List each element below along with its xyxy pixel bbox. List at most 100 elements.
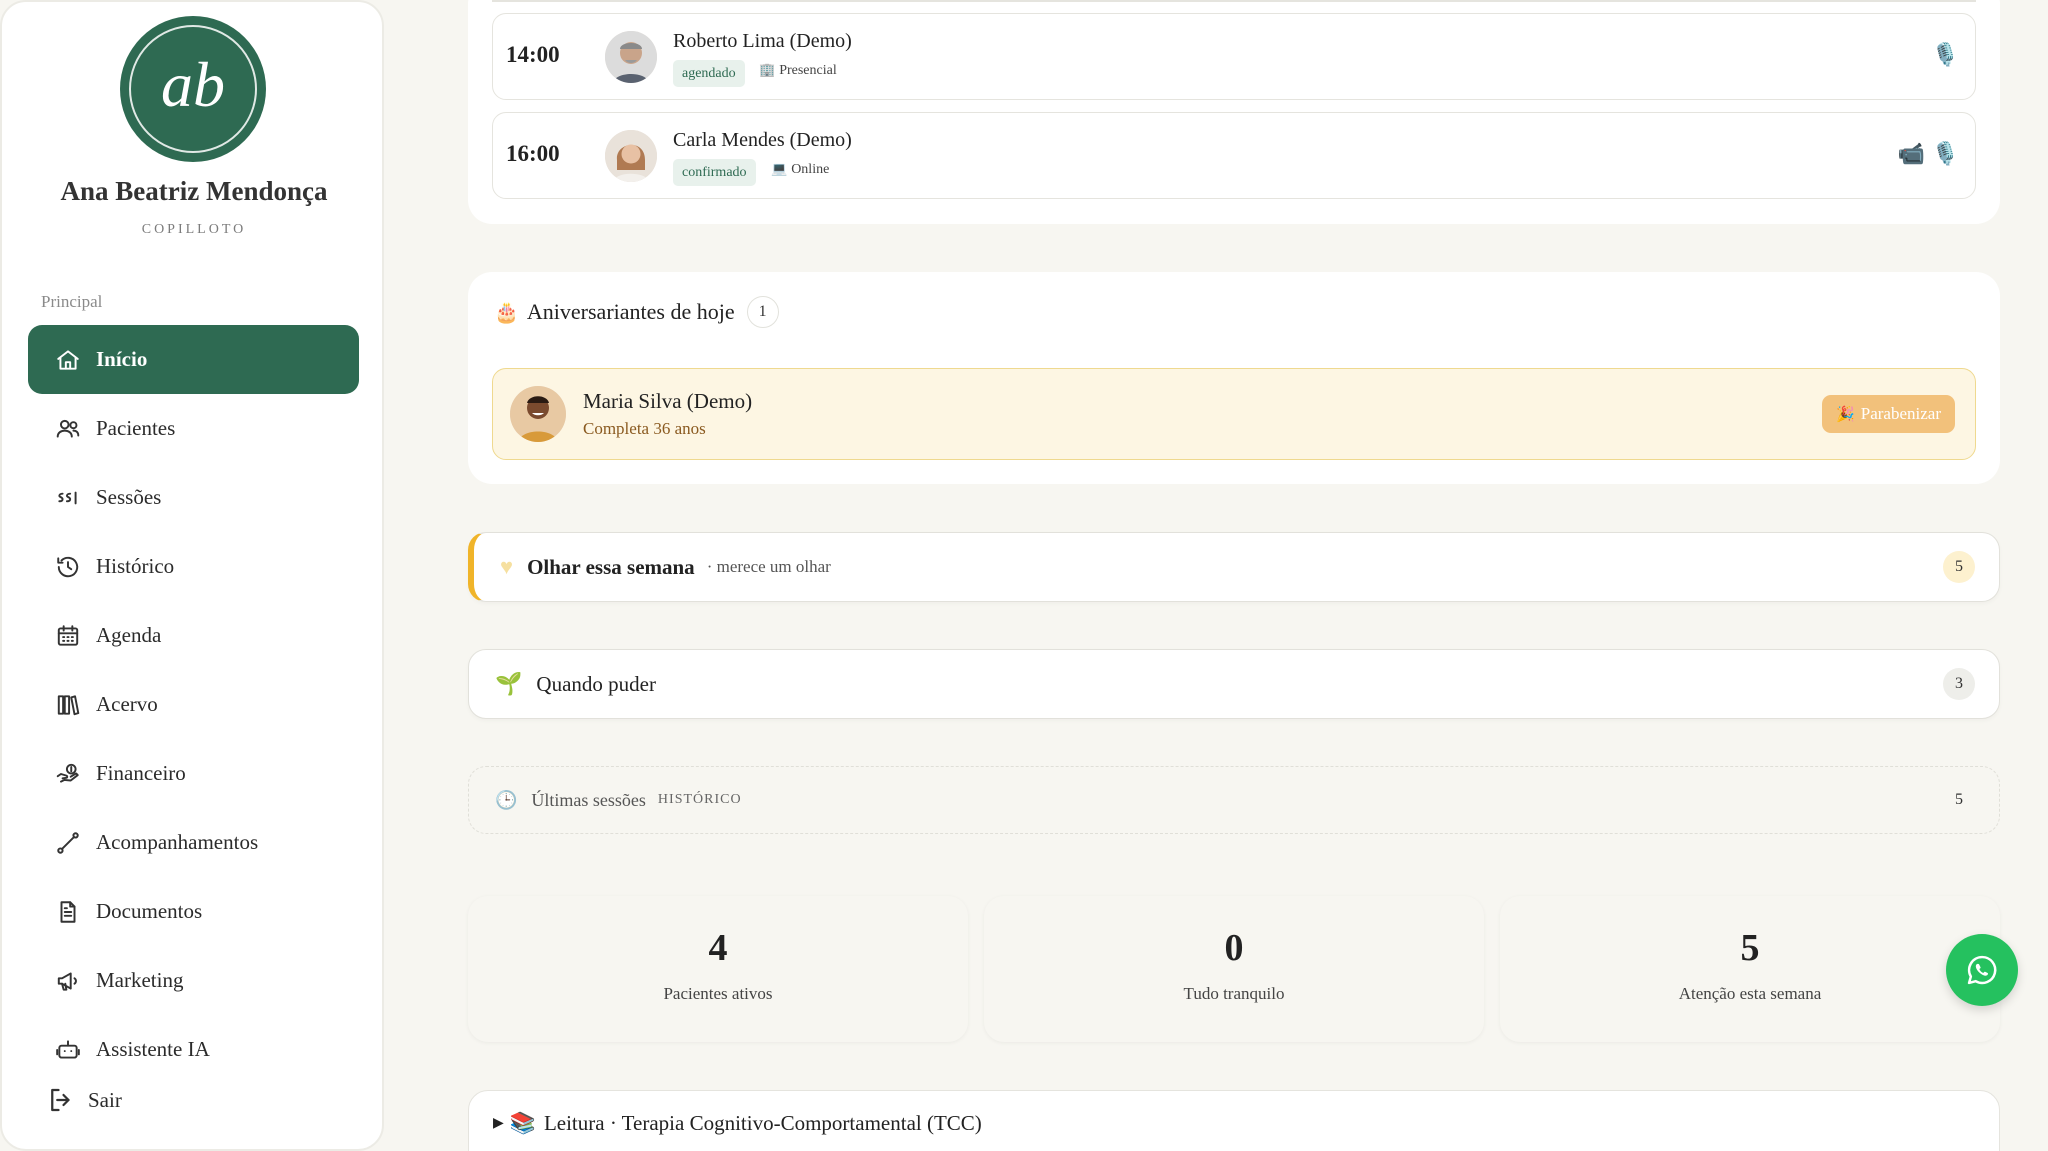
avatar	[605, 130, 657, 182]
heart-icon: ♥	[500, 554, 514, 579]
sidebar-item-label: Sessões	[96, 485, 162, 509]
panel-count: 5	[1955, 791, 1963, 808]
status-badge: confirmado	[673, 159, 756, 186]
sidebar-item-label: Acompanhamentos	[96, 830, 259, 854]
sidebar-item-inicio[interactable]: Início	[28, 325, 359, 394]
stat-card: 5 Atenção esta semana	[1500, 896, 2000, 1042]
reading-header: ▶ 📚 Leitura · Terapia Cognitivo-Comporta…	[493, 1111, 982, 1136]
panel-last-sessions[interactable]: 🕒 Últimas sessões HISTÓRICO 5	[468, 766, 2000, 834]
laptop-icon: 💻	[771, 161, 788, 176]
sidebar-item-label: Documentos	[96, 899, 203, 923]
library-icon	[54, 691, 82, 719]
stat-label: Tudo tranquilo	[1183, 984, 1285, 1003]
microphone-icon[interactable]: 🎙️	[1932, 42, 1959, 68]
sidebar-item-assistente-ia[interactable]: Assistente IA	[28, 1015, 359, 1060]
calendar-icon	[54, 622, 82, 650]
appointment-time: 16:00	[506, 141, 560, 166]
document-icon	[54, 898, 82, 926]
sidebar-item-documentos[interactable]: Documentos	[28, 877, 359, 946]
panel-count: 3	[1943, 668, 1975, 700]
sidebar-item-pacientes[interactable]: Pacientes	[28, 394, 359, 463]
user-name: Ana Beatriz Mendonça	[60, 176, 328, 206]
sidebar-item-historico[interactable]: Histórico	[28, 532, 359, 601]
books-icon: 📚	[509, 1111, 536, 1135]
microphone-icon[interactable]: 🎙️	[1932, 141, 1959, 167]
stat-label: Atenção esta semana	[1678, 984, 1822, 1003]
sidebar-item-agenda[interactable]: Agenda	[28, 601, 359, 670]
sidebar-item-sessoes[interactable]: Sessões	[28, 463, 359, 532]
logout-icon	[51, 1088, 70, 1112]
users-icon	[54, 415, 82, 443]
megaphone-icon	[54, 967, 82, 995]
sidebar-nav: Início Pacientes Sessões Histórico Agend…	[28, 325, 359, 1060]
avatar	[605, 31, 657, 83]
building-icon: 🏢	[759, 62, 776, 77]
sessions-icon	[54, 484, 82, 512]
sidebar-scroll-area: ab Ana Beatriz Mendonça COPILLOTO Princi…	[2, 2, 382, 1060]
logout-button[interactable]: Sair	[46, 1085, 122, 1115]
panel-when-possible[interactable]: 🌱 Quando puder 3	[468, 649, 2000, 719]
sidebar-item-label: Início	[96, 347, 148, 371]
appointments-divider	[492, 0, 1976, 2]
sidebar-item-label: Acervo	[96, 692, 158, 716]
party-icon: 🎉	[1836, 406, 1855, 423]
sidebar-item-label: Pacientes	[96, 416, 176, 440]
sidebar-item-acompanhamentos[interactable]: Acompanhamentos	[28, 808, 359, 877]
appointment-time: 14:00	[506, 42, 560, 67]
birthday-row: Maria Silva (Demo) Completa 36 anos 🎉 Pa…	[492, 368, 1976, 460]
congratulate-label: Parabenizar	[1860, 404, 1941, 423]
user-role: COPILLOTO	[141, 222, 247, 237]
home-icon	[54, 346, 82, 374]
panel-subtitle: HISTÓRICO	[657, 792, 742, 807]
stat-label: Pacientes ativos	[663, 984, 773, 1003]
stat-card: 0 Tudo tranquilo	[984, 896, 1484, 1042]
panel-title: Últimas sessões	[531, 789, 646, 810]
sidebar-item-marketing[interactable]: Marketing	[28, 946, 359, 1015]
status-badge: agendado	[673, 60, 745, 87]
stat-value: 4	[708, 927, 728, 969]
appointment-mode: 💻 Online	[771, 161, 829, 178]
sidebar-item-financeiro[interactable]: Financeiro	[28, 739, 359, 808]
reading-title: Leitura · Terapia Cognitivo-Comportament…	[543, 1111, 982, 1135]
seedling-icon: 🌱	[495, 671, 523, 696]
sidebar-item-label: Histórico	[96, 554, 175, 578]
stat-value: 0	[1224, 927, 1244, 969]
clock-icon: 🕒	[495, 789, 518, 810]
appointment-mode-label: Online	[791, 162, 830, 177]
panel-look-this-week[interactable]: ♥ Olhar essa semana · merece um olhar 5	[468, 532, 2000, 602]
birthday-person-detail: Completa 36 anos	[583, 419, 706, 438]
appointment-row[interactable]: 14:00 Roberto Lima (Demo) agendado 🏢 Pres…	[492, 13, 1976, 100]
appointment-mode-label: Presencial	[779, 63, 837, 78]
sidebar-item-acervo[interactable]: Acervo	[28, 670, 359, 739]
reading-section[interactable]: ▶ 📚 Leitura · Terapia Cognitivo-Comporta…	[468, 1090, 2000, 1151]
logout-label: Sair	[88, 1087, 122, 1112]
sidebar: ab Ana Beatriz Mendonça COPILLOTO Princi…	[0, 0, 384, 1151]
sidebar-item-label: Marketing	[96, 968, 184, 992]
whatsapp-button[interactable]	[1946, 934, 2018, 1006]
logo-initials: ab	[161, 49, 225, 120]
birthdays-count: 1	[746, 296, 779, 328]
avatar	[510, 386, 566, 442]
cake-icon: 🎂	[494, 301, 519, 324]
panel-count: 5	[1943, 551, 1975, 583]
patient-name: Carla Mendes (Demo)	[673, 129, 852, 151]
panel-title: Olhar essa semana	[527, 554, 695, 579]
sidebar-item-label: Assistente IA	[96, 1037, 210, 1060]
appointment-row[interactable]: 16:00 Carla Mendes (Demo) confirmado 💻 On…	[492, 112, 1976, 199]
triangle-right-icon: ▶	[493, 1116, 504, 1131]
birthday-person-name: Maria Silva (Demo)	[583, 389, 753, 413]
patient-name: Roberto Lima (Demo)	[673, 30, 852, 52]
birthdays-header: 🎂 Aniversariantes de hoje 1	[494, 296, 779, 328]
route-icon	[54, 829, 82, 857]
finance-icon	[54, 760, 82, 788]
whatsapp-icon	[1967, 955, 1997, 985]
logo: ab	[120, 16, 266, 162]
section-label: Principal	[41, 292, 103, 311]
stat-value: 5	[1740, 927, 1760, 969]
sidebar-item-label: Agenda	[96, 623, 162, 647]
video-camera-icon[interactable]: 📹	[1898, 141, 1925, 167]
stat-card: 4 Pacientes ativos	[468, 896, 968, 1042]
history-icon	[54, 553, 82, 581]
congratulate-button[interactable]: 🎉 Parabenizar	[1822, 395, 1955, 433]
robot-icon	[54, 1036, 82, 1061]
